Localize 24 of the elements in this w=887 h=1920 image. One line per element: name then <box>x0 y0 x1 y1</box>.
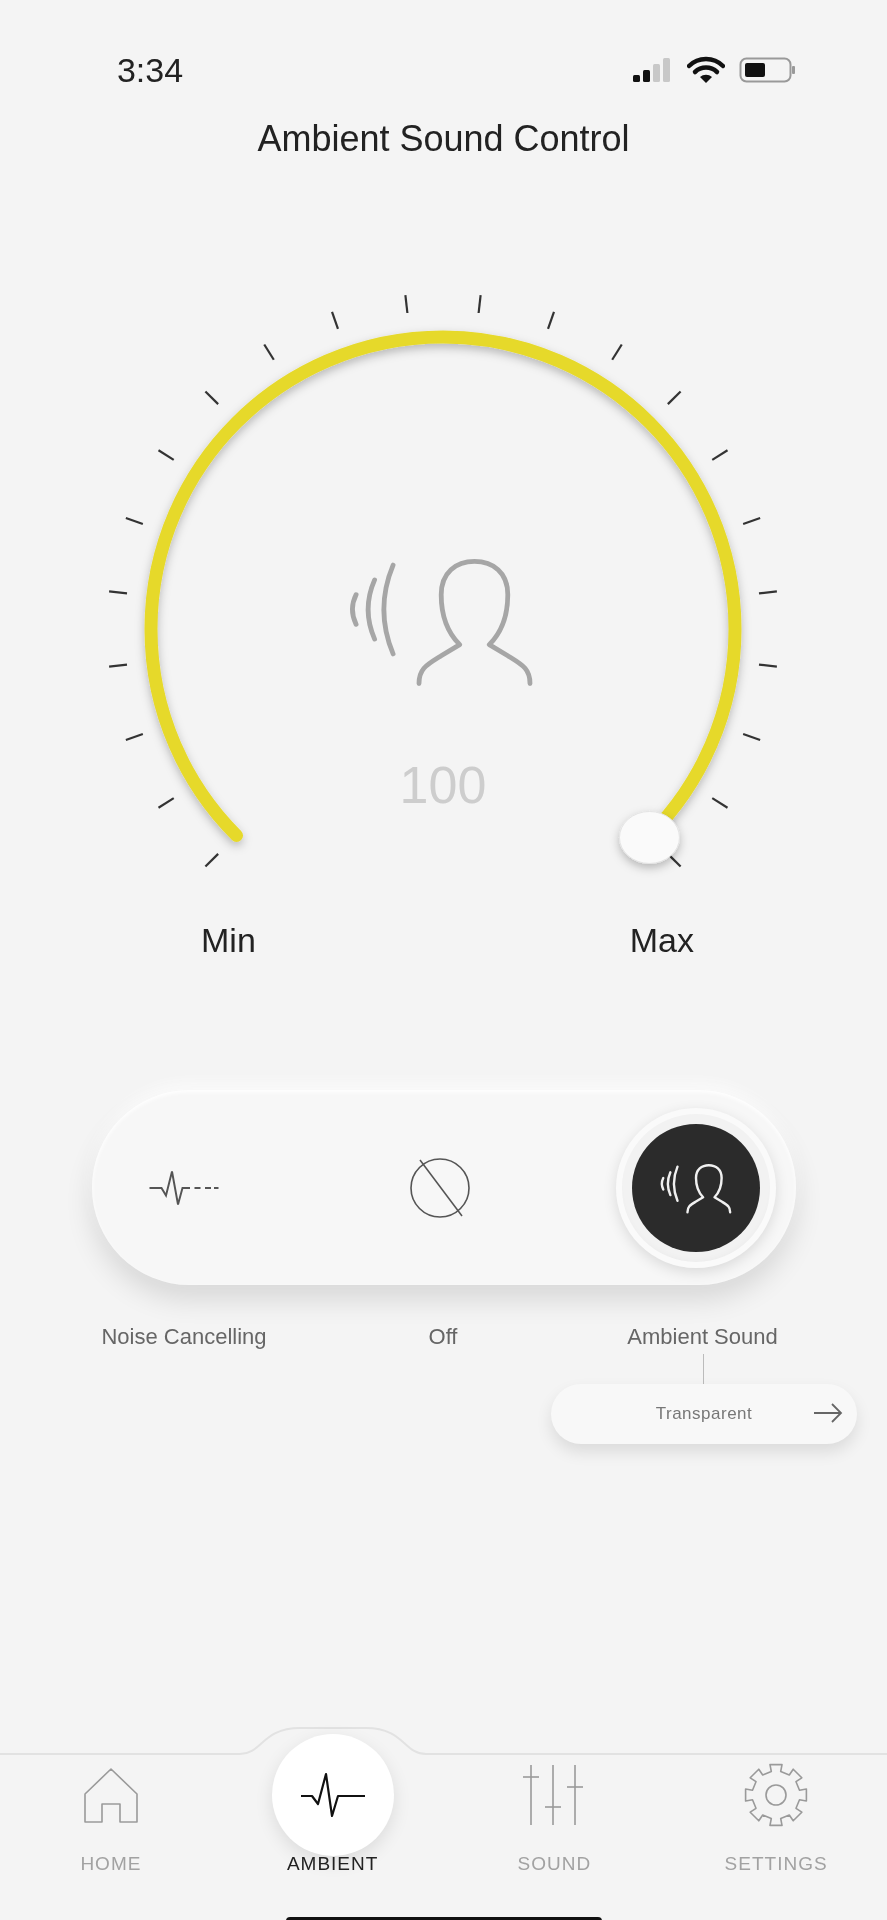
screen-title: Ambient Sound Control <box>256 117 631 161</box>
min-label: Min <box>201 920 256 961</box>
mode-label: Off <box>427 1323 459 1351</box>
transparent-button[interactable]: Transparent <box>551 1384 857 1444</box>
settings-icon <box>743 1762 810 1828</box>
mode-label: Noise Cancelling <box>100 1323 268 1351</box>
sliders-icon <box>523 1763 586 1827</box>
status-time: 3:34 <box>115 49 185 91</box>
mode-label: Ambient Sound <box>626 1323 779 1351</box>
tab-button[interactable]: HOME <box>0 1734 222 1879</box>
person-sound-icon <box>659 1161 733 1214</box>
slider-thumb[interactable] <box>619 811 680 864</box>
signal-icon <box>633 57 673 83</box>
home-icon <box>81 1766 140 1824</box>
person-sound-icon <box>350 559 533 686</box>
arrow-icon <box>813 1402 843 1424</box>
battery-icon <box>739 56 797 84</box>
prohibited-icon <box>408 1155 472 1220</box>
waveform-icon <box>299 1772 366 1818</box>
wifi-icon <box>687 56 725 84</box>
max-label: Max <box>629 920 694 961</box>
tab-button[interactable]: AMBIENT <box>221 1734 444 1879</box>
tab-button[interactable]: SOUND <box>443 1734 666 1879</box>
tab-button[interactable]: SETTINGS <box>665 1734 887 1879</box>
